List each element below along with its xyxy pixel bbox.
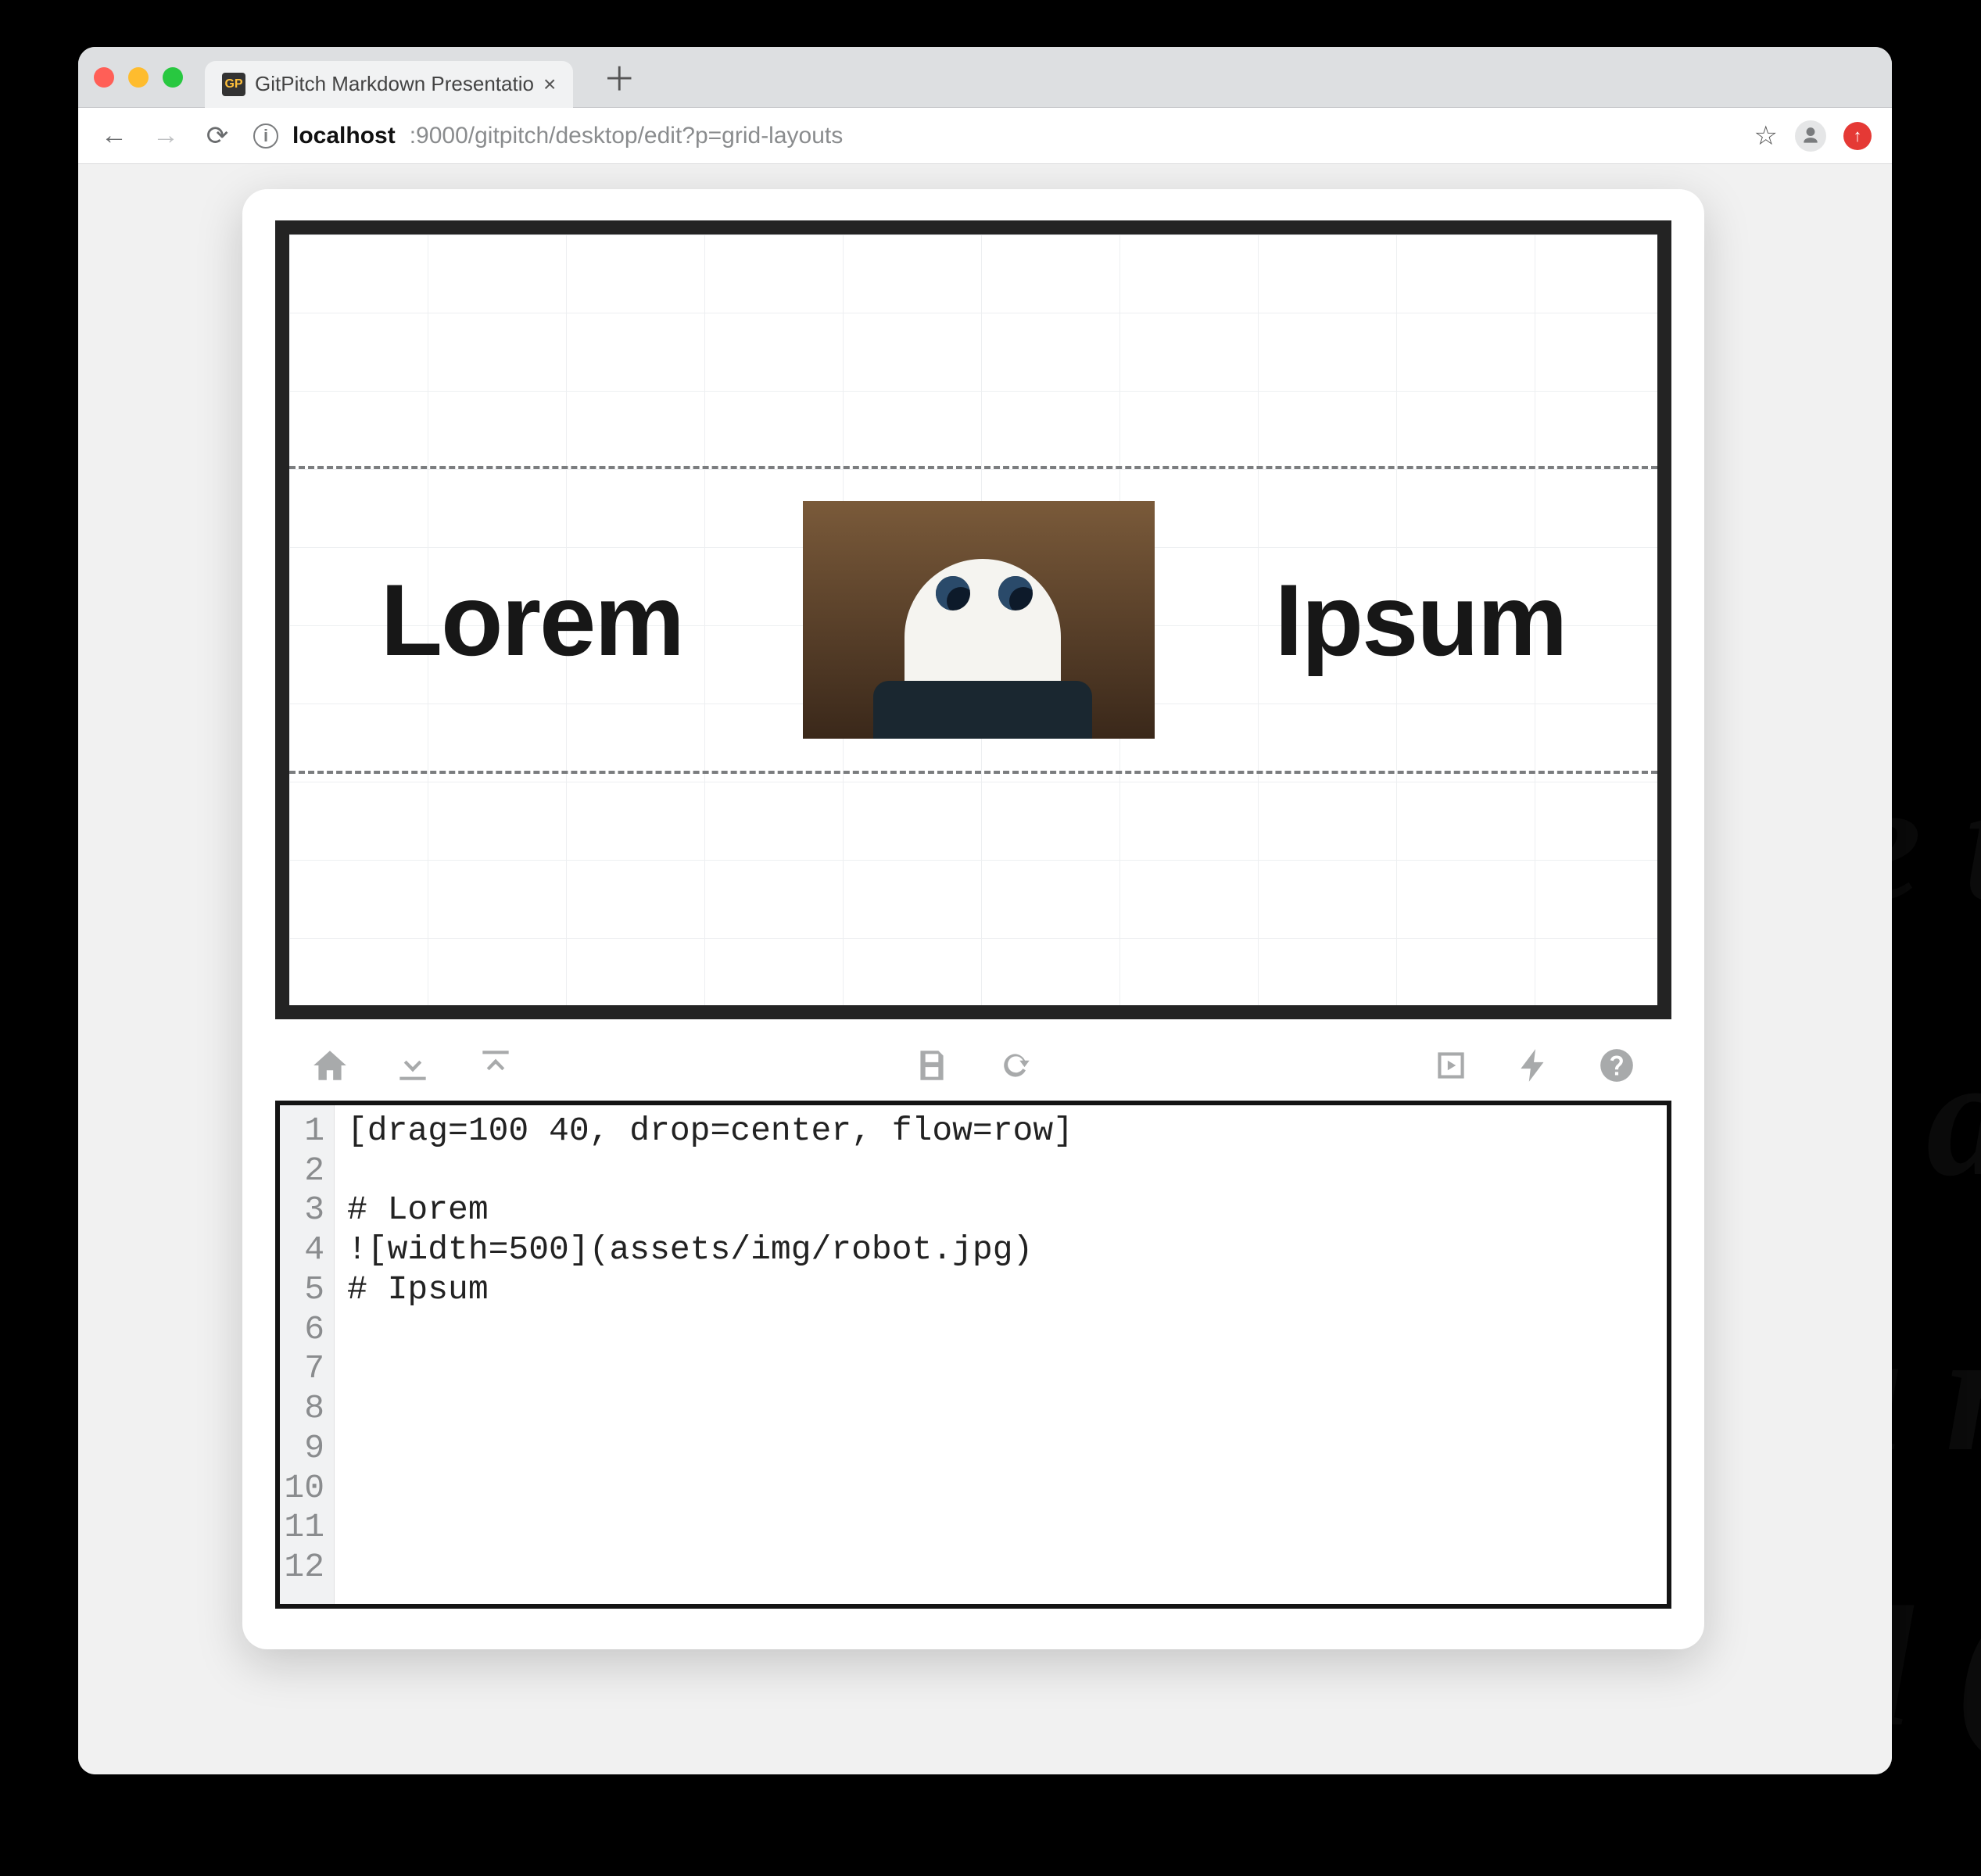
- nav-back-button[interactable]: ←: [99, 120, 130, 151]
- url-host: localhost: [292, 123, 396, 149]
- slide-preview[interactable]: Lorem Ipsum: [289, 234, 1657, 1005]
- profile-avatar-icon[interactable]: [1795, 120, 1826, 152]
- slide-heading-left: Lorem: [381, 561, 683, 678]
- slide-image: [803, 501, 1155, 739]
- editor-code[interactable]: [drag=100 40, drop=center, flow=row] # L…: [335, 1105, 1667, 1604]
- page-viewport: Lorem Ipsum: [78, 164, 1892, 1774]
- editor-gutter: 1 2 3 4 5 6 7 8 9 10 11 12: [280, 1105, 335, 1604]
- slide-preview-frame: Lorem Ipsum: [275, 220, 1671, 1019]
- upload-button[interactable]: [472, 1042, 519, 1089]
- new-tab-button[interactable]: ＋: [603, 53, 636, 101]
- app-panel: Lorem Ipsum: [242, 189, 1704, 1649]
- tab-title: GitPitch Markdown Presentatio: [255, 72, 534, 96]
- download-button[interactable]: [389, 1042, 436, 1089]
- browser-tab[interactable]: GP GitPitch Markdown Presentatio ×: [205, 61, 573, 108]
- expand-button[interactable]: [1428, 1042, 1474, 1089]
- window-minimize-button[interactable]: [128, 67, 149, 88]
- editor-toolbar: [275, 1030, 1671, 1101]
- nav-forward-button[interactable]: →: [150, 120, 181, 151]
- slide-heading-right: Ipsum: [1275, 561, 1567, 678]
- address-bar: ← → ⟳ i localhost :9000/gitpitch/desktop/…: [78, 108, 1892, 164]
- help-button[interactable]: [1593, 1042, 1640, 1089]
- traffic-lights: [94, 67, 183, 88]
- refresh-button[interactable]: [991, 1042, 1038, 1089]
- save-button[interactable]: [908, 1042, 955, 1089]
- bolt-button[interactable]: [1510, 1042, 1557, 1089]
- window-close-button[interactable]: [94, 67, 114, 88]
- window-zoom-button[interactable]: [163, 67, 183, 88]
- tab-favicon: GP: [222, 73, 245, 96]
- window-titlebar: GP GitPitch Markdown Presentatio × ＋: [78, 47, 1892, 108]
- markdown-editor[interactable]: 1 2 3 4 5 6 7 8 9 10 11 12 [drag=100 40,…: [275, 1101, 1671, 1609]
- nav-reload-button[interactable]: ⟳: [202, 120, 233, 152]
- bookmark-star-icon[interactable]: ☆: [1754, 120, 1778, 152]
- url-input[interactable]: i localhost :9000/gitpitch/desktop/edit?p…: [253, 123, 1734, 149]
- tab-close-icon[interactable]: ×: [543, 72, 556, 97]
- home-button[interactable]: [306, 1042, 353, 1089]
- browser-window: GP GitPitch Markdown Presentatio × ＋ ← →…: [78, 47, 1892, 1774]
- url-path: :9000/gitpitch/desktop/edit?p=grid-layou…: [410, 123, 844, 149]
- site-info-icon[interactable]: i: [253, 124, 278, 149]
- grid-drop-region: Lorem Ipsum: [289, 466, 1657, 774]
- extension-badge-icon[interactable]: ↑: [1843, 122, 1872, 150]
